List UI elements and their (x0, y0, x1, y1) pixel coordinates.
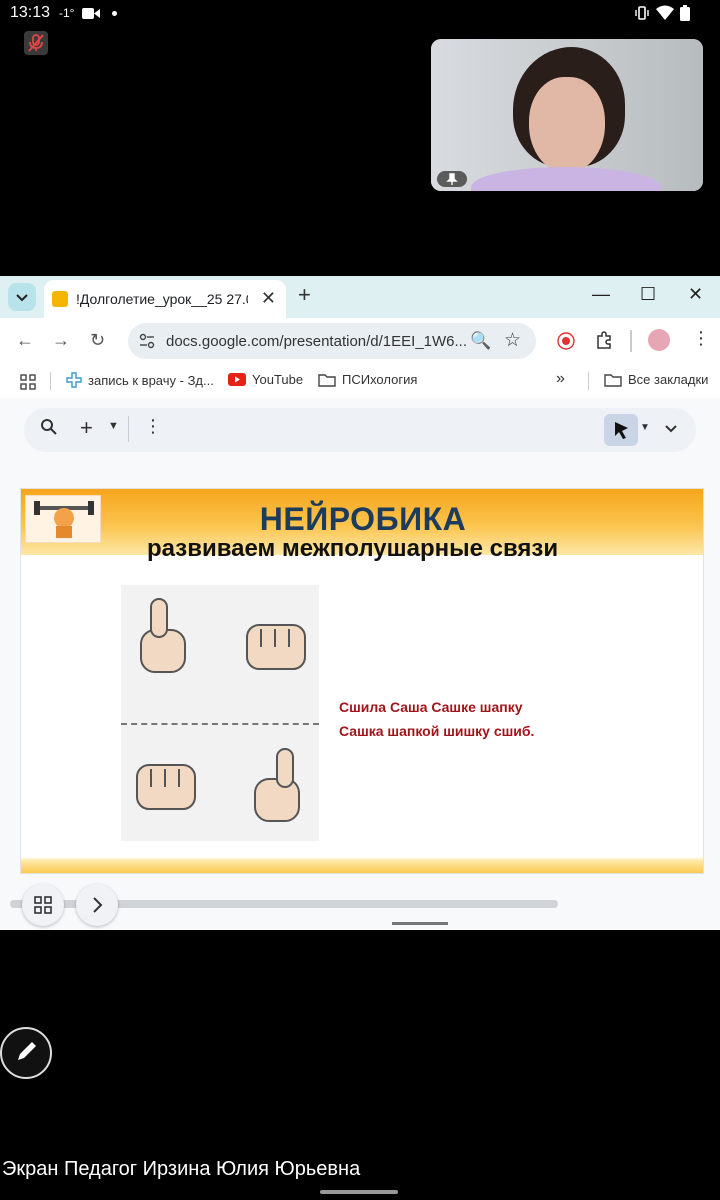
participant-face (529, 77, 605, 173)
hand-gestures-image (121, 585, 319, 841)
chevron-down-icon[interactable] (664, 424, 678, 434)
participant-video-tile[interactable] (431, 39, 703, 191)
more-options-icon[interactable]: ⋮ (144, 416, 162, 437)
zoom-in-icon[interactable]: + (80, 415, 93, 441)
slide-subtitle: развиваем межполушарные связи (147, 535, 559, 562)
health-icon (66, 372, 82, 388)
profile-avatar[interactable] (648, 329, 670, 351)
bookmark-label: YouTube (252, 372, 304, 387)
chevron-right-icon (93, 897, 103, 913)
shared-screen: !Долголетие_урок__25 27.01.25 ✕ + — ☐ ✕ … (0, 276, 720, 930)
browser-toolbar: ← → ↻ docs.google.com/presentation/d/1EE… (0, 318, 720, 364)
presentation-area: + ▼ ⋮ ▼ НЕЙРОБИКА развиваем межполушарны… (0, 398, 720, 930)
phone-screen: 13:13 -1° !Долголетие_урок__25 27. ✕ + —… (0, 0, 720, 1200)
url-text[interactable]: docs.google.com/presentation/d/1EEI_1W6.… (166, 333, 467, 350)
notification-dot-icon (112, 11, 117, 16)
tab-title: !Долголетие_урок__25 27.01.25 (76, 291, 248, 307)
edit-button[interactable] (0, 1027, 52, 1079)
toolbar-divider (630, 330, 632, 352)
laser-pointer-button[interactable] (604, 414, 638, 446)
thumb-up-hand-icon (254, 748, 300, 822)
pin-button[interactable] (437, 171, 467, 187)
mic-off-icon (28, 34, 44, 52)
bookmark-star-icon[interactable]: ☆ (504, 329, 521, 352)
vibrate-icon (635, 6, 649, 20)
browser-tab-bar: !Долголетие_урок__25 27.01.25 ✕ + — ☐ ✕ (0, 276, 720, 318)
minimize-button[interactable]: — (592, 284, 610, 305)
folder-icon (604, 373, 622, 387)
mic-off-indicator[interactable] (24, 31, 48, 55)
zoom-icon[interactable]: 🔍 (470, 331, 491, 351)
presentation-controls (0, 884, 720, 926)
status-bar: 13:13 -1° (0, 0, 720, 28)
chevron-down-icon (16, 294, 28, 302)
slides-favicon-icon (52, 291, 68, 307)
home-indicator[interactable] (320, 1190, 398, 1194)
pointer-dropdown-icon[interactable]: ▼ (640, 422, 650, 433)
grid-view-button[interactable] (22, 884, 64, 926)
browser-tab[interactable]: !Долголетие_урок__25 27.01.25 ✕ (44, 280, 286, 318)
all-bookmarks-label: Все закладки (628, 372, 709, 387)
tab-close-icon[interactable]: ✕ (261, 288, 276, 309)
folder-icon (318, 373, 336, 387)
bookmark-label: ПСИхология (342, 372, 418, 387)
pointer-arrow-icon (615, 422, 628, 439)
bookmarks-overflow-icon[interactable]: » (556, 370, 565, 388)
slide: НЕЙРОБИКА развиваем межполушарные связи (20, 488, 704, 874)
forward-icon[interactable]: → (52, 330, 70, 351)
presenter-divider (128, 416, 129, 442)
video-camera-icon (82, 8, 100, 19)
site-settings-icon[interactable] (138, 332, 156, 350)
slide-title: НЕЙРОБИКА (259, 501, 467, 537)
bookmark-label: запись к врачу - Зд... (88, 372, 214, 388)
maximize-button[interactable]: ☐ (640, 284, 656, 305)
close-window-button[interactable]: ✕ (688, 284, 703, 305)
pencil-icon (18, 1042, 36, 1060)
record-extension-icon[interactable] (556, 331, 576, 351)
slide-footer-band (21, 857, 703, 873)
status-temperature: -1° (59, 6, 75, 20)
zoom-dropdown-icon[interactable]: ▼ (108, 420, 119, 432)
new-tab-button[interactable]: + (298, 282, 318, 308)
bookmarks-divider-2 (588, 372, 589, 390)
battery-icon (680, 5, 690, 21)
reload-icon[interactable]: ↻ (90, 330, 105, 351)
youtube-icon (228, 373, 246, 386)
bookmarks-bar: запись к врачу - Зд... YouTube ПСИхологи… (0, 364, 720, 398)
bookmark-doctor[interactable]: запись к врачу - Зд... (66, 372, 214, 388)
extensions-icon[interactable] (594, 330, 614, 350)
all-bookmarks-button[interactable]: Все закладки (604, 372, 708, 387)
thumb-up-hand-icon (140, 598, 186, 673)
browser-menu-icon[interactable]: ⋮ (692, 328, 710, 349)
search-icon[interactable] (40, 418, 58, 441)
status-icons (634, 5, 690, 21)
status-time: 13:13 (10, 4, 51, 21)
fist-hand-icon (246, 624, 306, 670)
poem-line-2: Сашка шапкой шишку сшиб. (339, 723, 535, 739)
drag-handle[interactable] (392, 922, 448, 925)
apps-grid-icon[interactable] (20, 374, 36, 390)
fist-hand-icon (136, 764, 196, 810)
bookmark-youtube[interactable]: YouTube (228, 372, 303, 387)
hands-divider-line (121, 723, 319, 725)
back-icon[interactable]: ← (16, 330, 34, 351)
bookmark-psychology-folder[interactable]: ПСИхология (318, 372, 417, 387)
next-slide-button[interactable] (76, 884, 118, 926)
pin-icon (446, 173, 458, 185)
wifi-icon (656, 5, 674, 20)
presenter-toolbar: + ▼ ⋮ ▼ (24, 408, 696, 452)
address-bar[interactable]: docs.google.com/presentation/d/1EEI_1W6.… (128, 323, 536, 359)
screen-share-label: Экран Педагог Ирзина Юлия Юрьевна (2, 1158, 361, 1180)
tab-search-button[interactable] (8, 283, 36, 311)
grid-icon (34, 896, 52, 914)
poem-line-1: Сшила Саша Сашке шапку (339, 699, 523, 715)
bookmarks-divider (50, 372, 51, 390)
